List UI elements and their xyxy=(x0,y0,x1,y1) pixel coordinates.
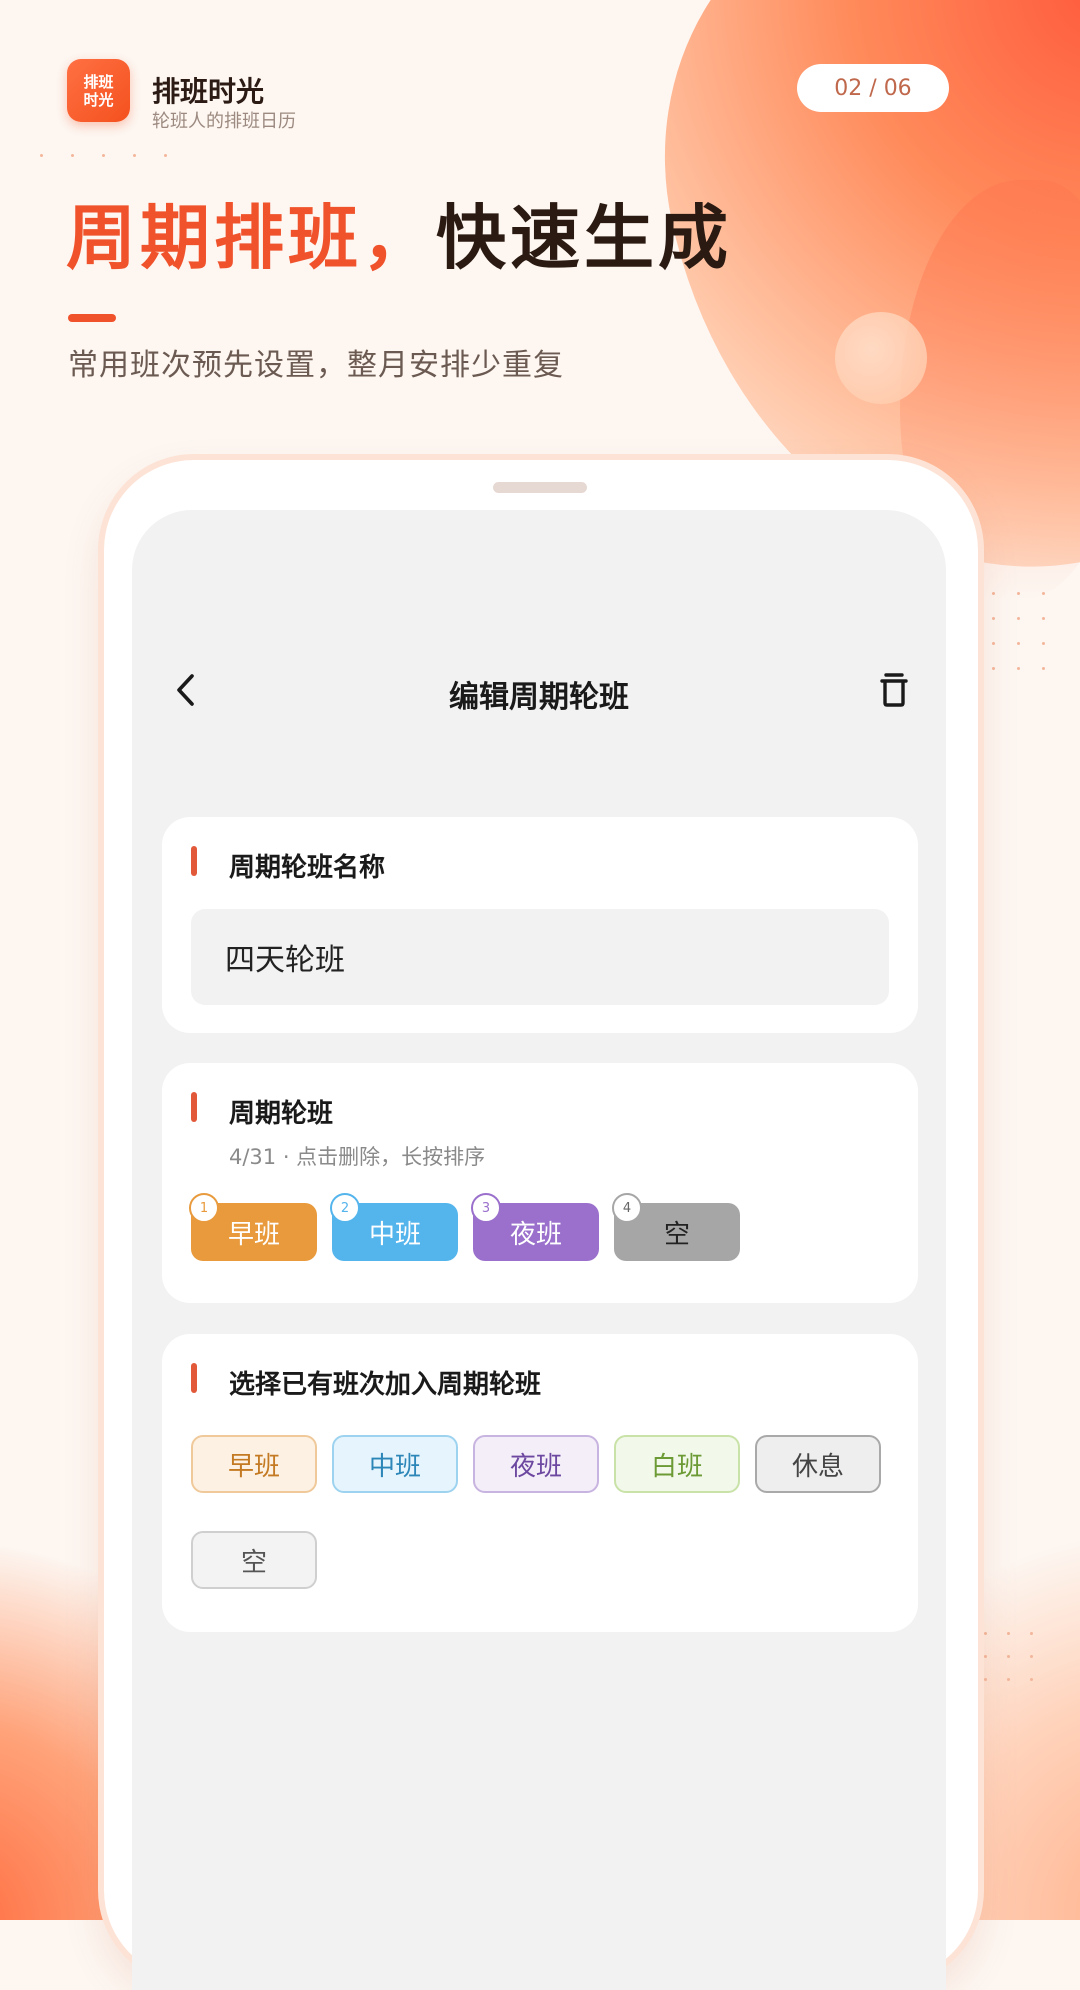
decor-circle xyxy=(835,312,927,404)
cycle-name-card: 周期轮班名称 xyxy=(162,817,918,1033)
shift-option-label: 早班 xyxy=(227,1451,280,1482)
section-marker xyxy=(191,846,197,876)
cycle-shifts-card: 周期轮班 4/31 · 点击删除，长按排序 1 早班 2 中班 3 夜班 4 空 xyxy=(162,1063,918,1303)
shift-option-chip[interactable]: 空 xyxy=(191,1531,317,1589)
shift-option-label: 休息 xyxy=(791,1451,844,1482)
cycle-shift-label: 空 xyxy=(663,1219,690,1250)
trash-icon[interactable] xyxy=(874,670,914,710)
cycle-shifts-title: 周期轮班 xyxy=(229,1099,334,1129)
cycle-shift-label: 中班 xyxy=(368,1219,421,1250)
decor-dots-top xyxy=(40,154,167,157)
app-logo: 排班 时光 xyxy=(67,59,130,122)
cycle-shift-label: 早班 xyxy=(227,1219,280,1250)
decor-dots-right-bottom xyxy=(984,1632,1033,1681)
decor-dots-right xyxy=(992,592,1045,670)
cycle-order-badge: 1 xyxy=(189,1193,219,1223)
nav-bar: 编辑周期轮班 xyxy=(132,660,946,720)
shift-picker-card: 选择已有班次加入周期轮班 早班 中班 夜班 白班 休息空 xyxy=(162,1334,918,1632)
page-title: 编辑周期轮班 xyxy=(449,680,629,715)
cycle-name-title: 周期轮班名称 xyxy=(229,853,386,883)
app-name: 排班时光 xyxy=(152,75,265,108)
phone-frame: 编辑周期轮班 周期轮班名称 周期轮班 4/31 · 点击删除，长按排序 1 早班 2… xyxy=(104,460,978,1990)
shift-picker-title: 选择已有班次加入周期轮班 xyxy=(229,1370,542,1400)
shift-option-chip[interactable]: 白班 xyxy=(614,1435,740,1493)
cycle-shift-chip[interactable]: 2 中班 xyxy=(330,1193,458,1261)
headline-rest: 快速生成 xyxy=(436,197,732,279)
cycle-shift-chip[interactable]: 4空 xyxy=(612,1193,740,1261)
shift-option-label: 夜班 xyxy=(509,1451,562,1482)
phone-screen: 编辑周期轮班 周期轮班名称 周期轮班 4/31 · 点击删除，长按排序 1 早班 2… xyxy=(132,510,946,1990)
logo-line-2: 时光 xyxy=(83,90,114,109)
cycle-order-badge: 4 xyxy=(612,1193,642,1223)
app-tagline: 轮班人的排班日历 xyxy=(152,111,296,132)
cycle-shift-chip[interactable]: 3 夜班 xyxy=(471,1193,599,1261)
shift-option-label: 中班 xyxy=(368,1451,421,1482)
cycle-shifts-hint: 4/31 · 点击删除，长按排序 xyxy=(229,1145,486,1169)
logo-line-1: 排班 xyxy=(83,72,114,91)
section-marker xyxy=(191,1363,197,1393)
headline-underline xyxy=(68,314,116,322)
shift-option-chip[interactable]: 夜班 xyxy=(473,1435,599,1493)
cycle-name-input[interactable] xyxy=(191,909,889,1005)
cycle-shift-chip[interactable]: 1 早班 xyxy=(189,1193,317,1261)
cycle-order-badge: 2 xyxy=(330,1193,360,1223)
headline: 周期排班，快速生成 xyxy=(66,182,732,283)
shift-option-chip[interactable]: 中班 xyxy=(332,1435,458,1493)
shift-option-chip[interactable]: 休息 xyxy=(755,1435,881,1493)
shift-option-label: 白班 xyxy=(650,1451,703,1482)
section-marker xyxy=(191,1092,197,1122)
page-indicator: 02 / 06 xyxy=(797,64,949,112)
phone-speaker xyxy=(493,482,587,493)
shift-option-chip[interactable]: 早班 xyxy=(191,1435,317,1493)
subheadline: 常用班次预先设置，整月安排少重复 xyxy=(68,348,564,383)
cycle-order-badge: 3 xyxy=(471,1193,501,1223)
shift-option-label: 空 xyxy=(240,1547,267,1578)
headline-accent: 周期排班， xyxy=(66,197,436,279)
cycle-shift-label: 夜班 xyxy=(509,1219,562,1250)
